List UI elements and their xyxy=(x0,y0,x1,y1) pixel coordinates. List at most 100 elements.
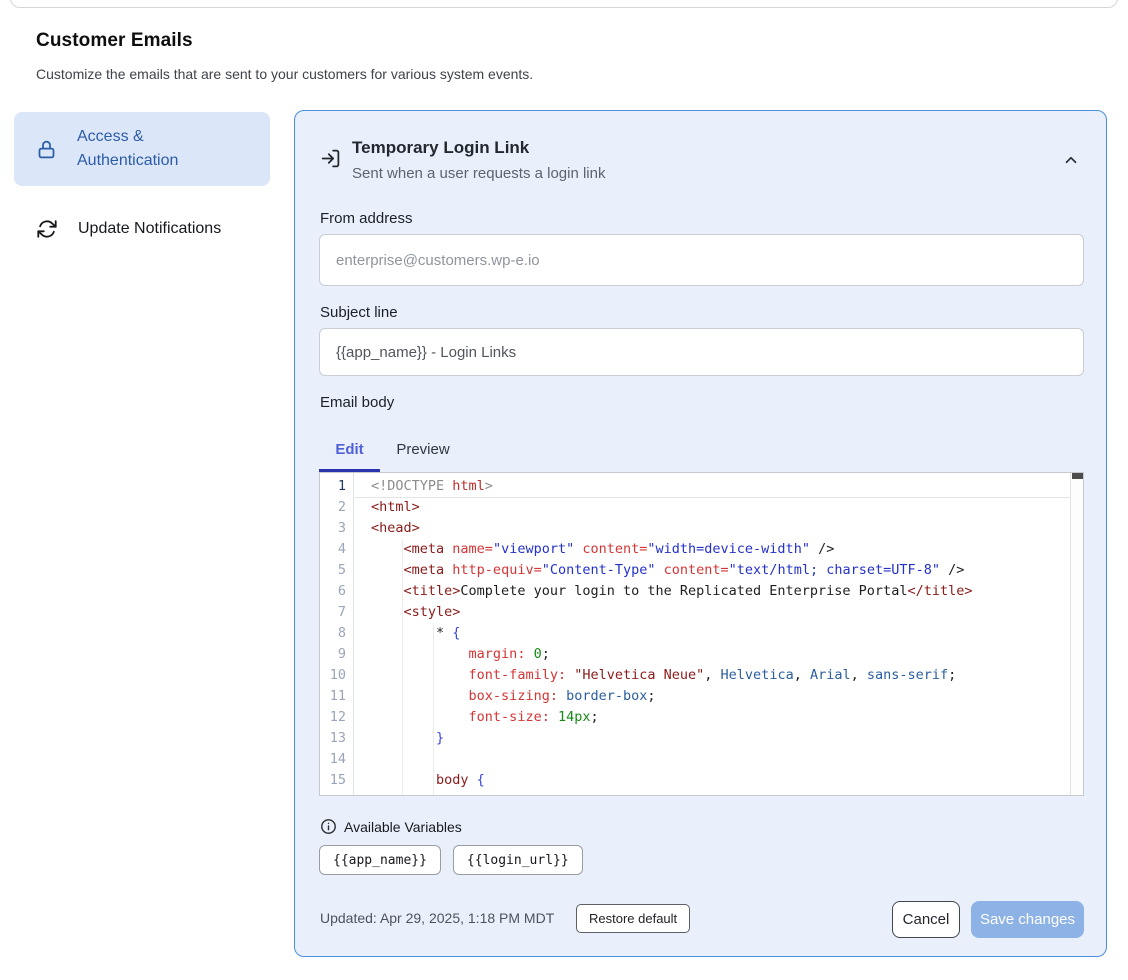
sidebar-item-update-notifications[interactable]: Update Notifications xyxy=(14,207,270,251)
tab-preview[interactable]: Preview xyxy=(380,429,466,469)
line-number: 7 xyxy=(320,602,353,623)
available-variables-label: Available Variables xyxy=(344,819,462,835)
code-token: <title> xyxy=(404,583,461,599)
code-line[interactable]: font-family: "Helvetica Neue", Helvetica… xyxy=(371,665,1070,686)
code-token: /> xyxy=(940,562,964,578)
code-line[interactable]: body { xyxy=(371,770,1070,791)
code-token: sans-serif xyxy=(867,667,948,683)
code-token: ; xyxy=(647,688,655,704)
code-line[interactable]: box-sizing: border-box; xyxy=(371,686,1070,707)
variable-chip-app-name[interactable]: {{app_name}} xyxy=(319,845,441,875)
code-token xyxy=(371,772,436,788)
tab-edit[interactable]: Edit xyxy=(319,429,380,469)
editor-code-area[interactable]: <!DOCTYPE html><html><head> <meta name="… xyxy=(371,476,1070,796)
variable-chip-login-url[interactable]: {{login_url}} xyxy=(453,845,583,875)
code-token: * xyxy=(371,625,452,641)
variable-chips: {{app_name}} {{login_url}} xyxy=(319,845,583,875)
info-icon xyxy=(320,818,337,835)
code-token: Helvetica xyxy=(721,667,794,683)
code-token xyxy=(525,646,533,662)
sidebar-item-label: Update Notifications xyxy=(78,220,221,238)
code-token: , xyxy=(794,667,810,683)
login-icon xyxy=(320,148,341,174)
line-number: 13 xyxy=(320,728,353,749)
code-line[interactable] xyxy=(371,749,1070,770)
code-token: <head> xyxy=(371,520,420,536)
from-address-input[interactable] xyxy=(319,234,1084,286)
code-line[interactable]: <title>Complete your login to the Replic… xyxy=(371,581,1070,602)
line-number: 5 xyxy=(320,560,353,581)
chevron-up-icon xyxy=(1062,157,1080,172)
code-token: name= xyxy=(452,541,493,557)
active-line-border xyxy=(355,497,1070,498)
code-token xyxy=(607,793,615,796)
code-line[interactable]: } xyxy=(371,728,1070,749)
code-token: background-color: xyxy=(469,793,607,796)
code-line[interactable]: <head> xyxy=(371,518,1070,539)
line-number: 8 xyxy=(320,623,353,644)
line-number: 12 xyxy=(320,707,353,728)
code-token: #f8f8f8 xyxy=(615,793,672,796)
lock-icon xyxy=(36,138,57,161)
line-number: 15 xyxy=(320,770,353,791)
line-number: 2 xyxy=(320,497,353,518)
updated-timestamp: Updated: Apr 29, 2025, 1:18 PM MDT xyxy=(320,910,554,926)
code-token: margin: xyxy=(469,646,526,662)
code-token: content= xyxy=(582,541,647,557)
editor-gutter: 12345678910111213141516 xyxy=(320,473,354,795)
code-token xyxy=(558,688,566,704)
code-token xyxy=(371,793,469,796)
code-token: <meta xyxy=(404,541,453,557)
save-changes-button[interactable]: Save changes xyxy=(971,901,1084,938)
code-token: { xyxy=(477,772,485,788)
collapse-section-button[interactable] xyxy=(1059,149,1083,173)
code-line[interactable]: <meta http-equiv="Content-Type" content=… xyxy=(371,560,1070,581)
code-token: http-equiv= xyxy=(452,562,541,578)
line-number: 14 xyxy=(320,749,353,770)
panel-subtitle: Sent when a user requests a login link xyxy=(352,165,605,182)
line-number: 9 xyxy=(320,644,353,665)
previous-card-edge xyxy=(10,0,1118,8)
cancel-button[interactable]: Cancel xyxy=(892,901,960,938)
code-token: html xyxy=(452,478,485,494)
code-line[interactable]: font-size: 14px; xyxy=(371,707,1070,728)
panel-title: Temporary Login Link xyxy=(352,138,529,158)
customer-emails-page: Customer Emails Customize the emails tha… xyxy=(0,0,1128,980)
line-number: 10 xyxy=(320,665,353,686)
code-line[interactable]: margin: 0; xyxy=(371,644,1070,665)
code-line[interactable]: <meta name="viewport" content="width=dev… xyxy=(371,539,1070,560)
code-line[interactable]: <!DOCTYPE html> xyxy=(371,476,1070,497)
code-token xyxy=(371,583,404,599)
code-token: > xyxy=(485,478,493,494)
code-token: <meta xyxy=(404,562,453,578)
code-token: "text/html; charset=UTF-8" xyxy=(729,562,940,578)
line-number: 16 xyxy=(320,791,353,796)
code-token: ; xyxy=(590,709,598,725)
code-token: "width=device-width" xyxy=(647,541,810,557)
sidebar-item-access-authentication[interactable]: Access & Authentication xyxy=(14,112,270,186)
code-token: box-sizing: xyxy=(469,688,558,704)
subject-line-input[interactable] xyxy=(319,328,1084,376)
restore-default-button[interactable]: Restore default xyxy=(576,904,690,933)
code-token: 0 xyxy=(534,646,542,662)
code-token: <html> xyxy=(371,499,420,515)
code-token xyxy=(371,709,469,725)
subject-line-label: Subject line xyxy=(320,304,398,321)
code-editor[interactable]: 12345678910111213141516 <!DOCTYPE html><… xyxy=(319,472,1084,796)
code-token xyxy=(371,688,469,704)
code-token: <!DOCTYPE xyxy=(371,478,452,494)
code-token: } xyxy=(436,730,444,746)
code-token xyxy=(656,562,664,578)
code-token: ; xyxy=(542,646,550,662)
code-line[interactable]: * { xyxy=(371,623,1070,644)
scrollbar-thumb[interactable] xyxy=(1072,473,1083,479)
code-token: ; xyxy=(672,793,680,796)
code-line[interactable]: <style> xyxy=(371,602,1070,623)
line-number: 1 xyxy=(320,476,353,497)
code-line[interactable]: <html> xyxy=(371,497,1070,518)
line-number: 6 xyxy=(320,581,353,602)
code-token: border-box xyxy=(566,688,647,704)
code-token: /> xyxy=(810,541,834,557)
editor-scrollbar[interactable] xyxy=(1070,473,1083,795)
code-line[interactable]: background-color: #f8f8f8; xyxy=(371,791,1070,796)
